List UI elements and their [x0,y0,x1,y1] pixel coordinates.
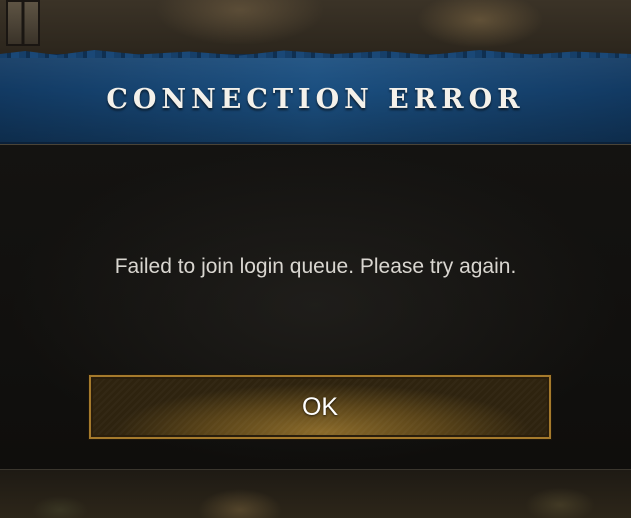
background-world-bottom [0,470,631,518]
dialog-title: CONNECTION ERROR [106,84,525,115]
lantern-icon [6,0,40,46]
ok-button[interactable]: OK [89,375,551,439]
error-message: Failed to join login queue. Please try a… [114,255,517,278]
dialog-body: Failed to join login queue. Please try a… [0,144,631,470]
game-scene: CONNECTION ERROR Failed to join login qu… [0,0,631,518]
dialog-title-banner: CONNECTION ERROR [0,54,631,144]
